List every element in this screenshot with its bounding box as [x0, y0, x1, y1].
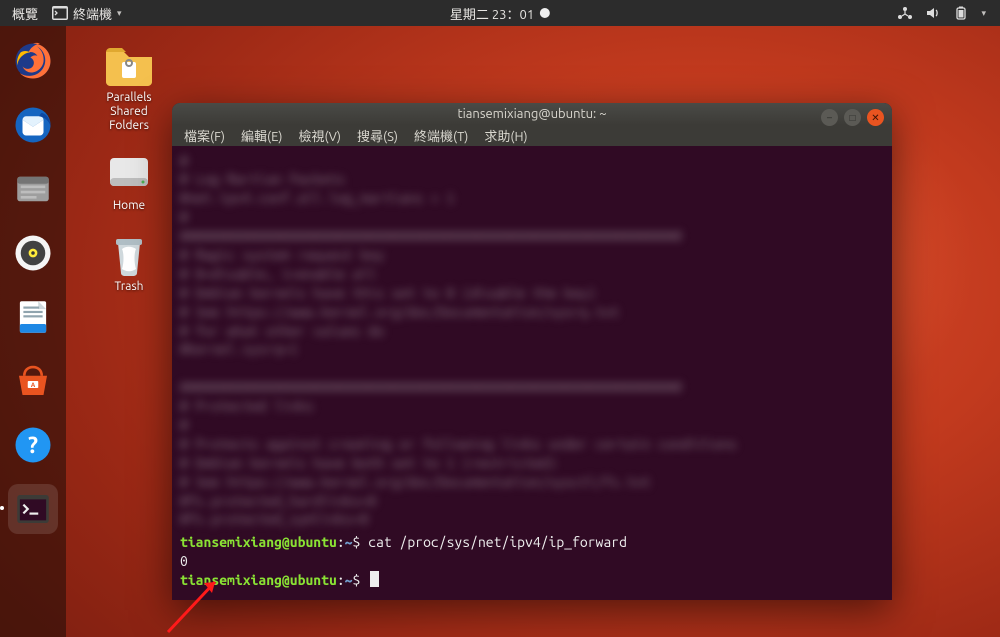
menu-help[interactable]: 求助(H)	[484, 126, 527, 145]
battery-icon	[953, 6, 969, 20]
activities-button[interactable]: 概覽	[12, 4, 38, 23]
menu-search[interactable]: 搜尋(S)	[357, 126, 398, 145]
system-tray[interactable]: ▾	[897, 6, 1000, 20]
folder-icon	[102, 40, 156, 88]
drive-icon	[102, 148, 156, 196]
dock-thunderbird[interactable]	[8, 100, 58, 150]
menu-edit[interactable]: 編輯(E)	[241, 126, 282, 145]
terminal-command-text: cat /proc/sys/net/ipv4/ip_forward	[368, 534, 627, 550]
menu-terminal[interactable]: 終端機(T)	[414, 126, 468, 145]
dock-libreoffice-writer[interactable]	[8, 292, 58, 342]
desktop-icons: Parallels Shared Folders Home Trash	[90, 40, 168, 294]
prompt-symbol: $	[353, 572, 361, 588]
top-bar: 概覽 終端機 ▾ 星期二 23：01 ▾	[0, 0, 1000, 26]
recording-dot-icon	[540, 8, 550, 18]
window-minimize-button[interactable]: –	[821, 109, 838, 126]
desktop-icon-trash[interactable]: Trash	[90, 229, 168, 294]
terminal-indicator-icon	[52, 6, 68, 20]
app-menu-label: 終端機	[73, 4, 112, 23]
dock-help[interactable]: ?	[8, 420, 58, 470]
prompt-symbol: $	[353, 534, 361, 550]
terminal-line-prompt: tiansemixiang@ubuntu:~$	[180, 571, 884, 590]
desktop-icon-parallels-shared-folders[interactable]: Parallels Shared Folders	[90, 40, 168, 132]
terminal-blurred-scrollback: # # Log Martian Packets #net.ipv4.conf.a…	[180, 152, 884, 530]
prompt-path: ~	[345, 572, 353, 588]
menu-view[interactable]: 檢視(V)	[299, 126, 341, 145]
desktop-icon-label: Trash	[90, 280, 168, 294]
terminal-menubar: 檔案(F) 編輯(E) 檢視(V) 搜尋(S) 終端機(T) 求助(H)	[172, 125, 892, 146]
clock[interactable]: 星期二 23：01	[450, 4, 550, 23]
prompt-host: ubuntu	[290, 534, 337, 550]
clock-label: 星期二 23：01	[450, 4, 534, 23]
dock-rhythmbox[interactable]	[8, 228, 58, 278]
prompt-at: @	[282, 572, 290, 588]
prompt-colon: :	[337, 572, 345, 588]
prompt-at: @	[282, 534, 290, 550]
svg-text:A: A	[31, 382, 36, 389]
menu-file[interactable]: 檔案(F)	[184, 126, 225, 145]
prompt-user: tiansemixiang	[180, 534, 282, 550]
window-maximize-button[interactable]: □	[844, 109, 861, 126]
prompt-path: ~	[345, 534, 353, 550]
chevron-down-icon: ▾	[117, 8, 122, 19]
prompt-user: tiansemixiang	[180, 572, 282, 588]
chevron-down-icon: ▾	[981, 8, 986, 19]
window-close-button[interactable]: ✕	[867, 109, 884, 126]
terminal-line-command: tiansemixiang@ubuntu:~$ cat /proc/sys/ne…	[180, 533, 884, 552]
dock: A ?	[0, 26, 66, 637]
volume-icon	[925, 6, 941, 20]
desktop-icon-label: Parallels Shared Folders	[90, 91, 168, 132]
desktop-icon-label: Home	[90, 199, 168, 213]
dock-ubuntu-software[interactable]: A	[8, 356, 58, 406]
desktop-icon-home[interactable]: Home	[90, 148, 168, 213]
terminal-output: 0	[180, 552, 884, 571]
terminal-body[interactable]: # # Log Martian Packets #net.ipv4.conf.a…	[172, 146, 892, 600]
terminal-window: tiansemixiang@ubuntu: ~ – □ ✕ 檔案(F) 編輯(E…	[172, 103, 892, 600]
app-menu[interactable]: 終端機 ▾	[52, 4, 122, 23]
prompt-colon: :	[337, 534, 345, 550]
dock-terminal[interactable]	[8, 484, 58, 534]
prompt-host: ubuntu	[290, 572, 337, 588]
terminal-visible-lines: tiansemixiang@ubuntu:~$ cat /proc/sys/ne…	[180, 533, 884, 590]
dock-firefox[interactable]	[8, 36, 58, 86]
network-icon	[897, 6, 913, 20]
terminal-title: tiansemixiang@ubuntu: ~	[457, 107, 606, 121]
terminal-titlebar[interactable]: tiansemixiang@ubuntu: ~ – □ ✕	[172, 103, 892, 125]
terminal-cursor	[370, 571, 379, 587]
svg-text:?: ?	[28, 433, 38, 458]
trash-icon	[102, 229, 156, 277]
dock-files[interactable]	[8, 164, 58, 214]
